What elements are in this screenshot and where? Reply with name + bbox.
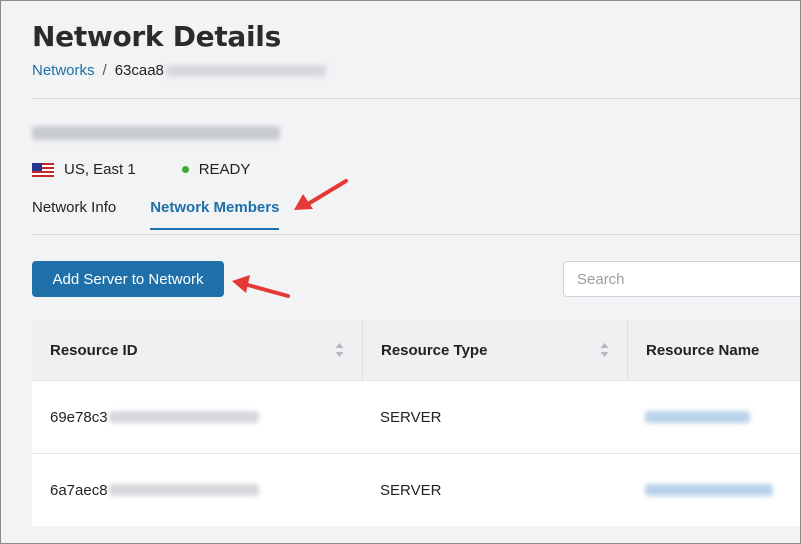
redacted-resource-name-link[interactable] xyxy=(645,484,773,496)
search-input[interactable] xyxy=(563,261,801,297)
cell-resource-type: SERVER xyxy=(380,481,442,499)
column-label: Resource Name xyxy=(646,341,760,359)
cell-resource-type: SERVER xyxy=(380,408,442,426)
breadcrumb-separator: / xyxy=(102,62,107,79)
cell-resource-name[interactable] xyxy=(627,484,801,496)
sort-icon[interactable] xyxy=(600,342,609,358)
breadcrumb-networks-link[interactable]: Networks xyxy=(32,62,95,79)
region-label: US, East 1 xyxy=(64,161,136,178)
table-row[interactable]: 6a7aec8 SERVER xyxy=(32,453,801,526)
breadcrumb: Networks / 63caa8 xyxy=(32,62,326,79)
page-title: Network Details xyxy=(32,20,281,53)
add-server-button[interactable]: Add Server to Network xyxy=(32,261,224,297)
column-label: Resource Type xyxy=(381,341,488,359)
network-name-redacted xyxy=(32,126,280,145)
us-flag-icon xyxy=(32,162,54,177)
header-divider xyxy=(32,98,801,99)
tab-network-members[interactable]: Network Members xyxy=(150,199,280,230)
status-label: READY xyxy=(198,161,251,178)
column-header-resource-type[interactable]: Resource Type xyxy=(362,320,627,380)
cell-resource-name[interactable] xyxy=(627,411,801,423)
redacted-id-suffix xyxy=(108,484,259,496)
tab-network-info[interactable]: Network Info xyxy=(32,199,116,230)
column-header-resource-name[interactable]: Resource Name xyxy=(627,320,801,380)
table-row[interactable]: 69e78c3 SERVER xyxy=(32,380,801,453)
redacted-resource-name-link[interactable] xyxy=(645,411,750,423)
table-header: Resource ID Resource Type Resource Name xyxy=(32,320,801,380)
members-table: Resource ID Resource Type Resource Name … xyxy=(32,320,801,526)
status-dot-icon xyxy=(181,166,189,173)
tabs-divider xyxy=(32,234,801,235)
cell-resource-id: 69e78c3 xyxy=(32,409,362,426)
resource-id-text: 6a7aec8 xyxy=(50,481,108,499)
redacted-id-suffix xyxy=(108,411,259,423)
resource-id-text: 69e78c3 xyxy=(50,408,108,426)
tab-bar: Network Info Network Members xyxy=(32,199,313,230)
column-header-resource-id[interactable]: Resource ID xyxy=(32,320,362,380)
annotation-arrow-icon xyxy=(232,275,290,298)
sort-icon[interactable] xyxy=(335,342,344,358)
cell-resource-id: 6a7aec8 xyxy=(32,482,362,499)
redacted-id-suffix xyxy=(165,64,326,77)
network-meta: US, East 1 READY xyxy=(32,161,250,178)
column-label: Resource ID xyxy=(50,341,138,359)
breadcrumb-current-id: 63caa8 xyxy=(114,62,164,79)
